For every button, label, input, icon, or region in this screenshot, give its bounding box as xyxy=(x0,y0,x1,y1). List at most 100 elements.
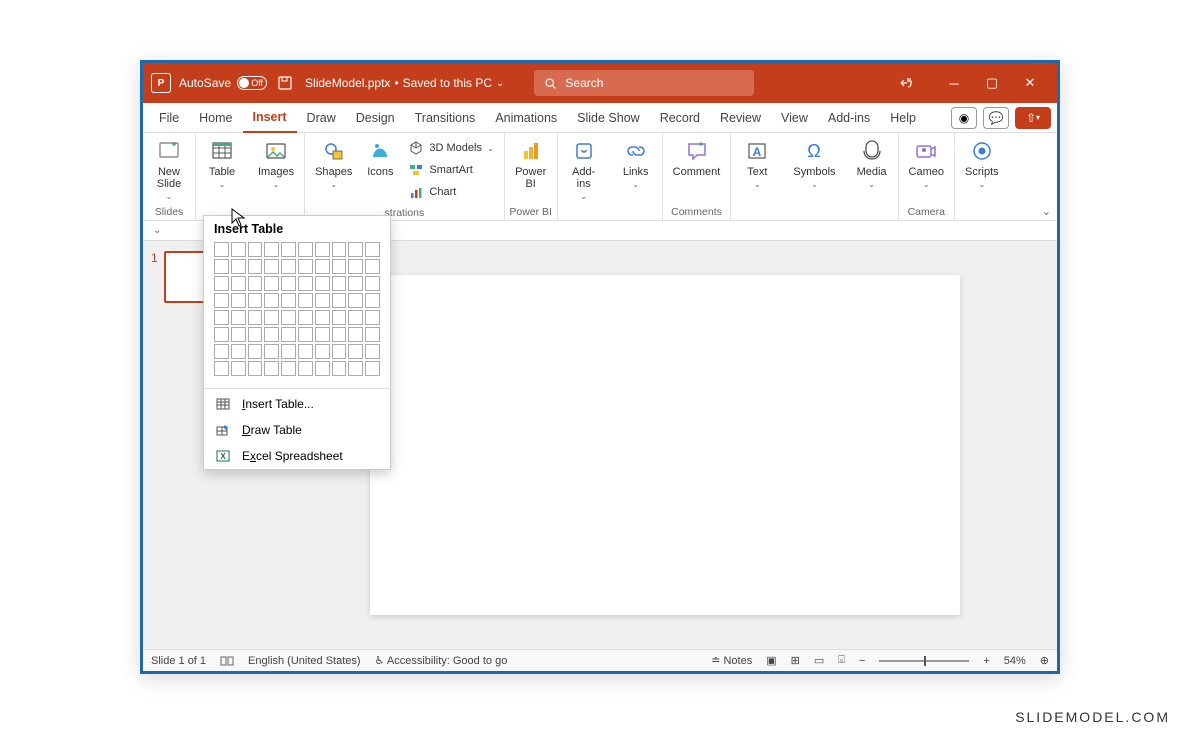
grid-cell[interactable] xyxy=(264,259,279,274)
icons-button[interactable]: Icons xyxy=(358,135,402,181)
smartart-button[interactable]: SmartArt xyxy=(408,160,493,180)
zoom-out-button[interactable]: − xyxy=(859,655,865,667)
grid-cell[interactable] xyxy=(231,276,246,291)
grid-cell[interactable] xyxy=(315,310,330,325)
grid-cell[interactable] xyxy=(264,344,279,359)
grid-cell[interactable] xyxy=(298,310,313,325)
slideshow-view-icon[interactable]: ⌻ xyxy=(838,654,845,667)
3d-models-button[interactable]: 3D Models ⌄ xyxy=(408,138,493,158)
record-indicator-icon[interactable]: ◉ xyxy=(951,107,977,129)
grid-cell[interactable] xyxy=(231,361,246,376)
grid-cell[interactable] xyxy=(298,327,313,342)
new-slide-button[interactable]: New Slide ⌄ xyxy=(147,135,191,204)
accessibility-status[interactable]: ♿︎ Accessibility: Good to go xyxy=(375,654,508,667)
shapes-button[interactable]: Shapes ⌄ xyxy=(309,135,358,192)
grid-cell[interactable] xyxy=(264,310,279,325)
grid-cell[interactable] xyxy=(248,259,263,274)
grid-cell[interactable] xyxy=(365,327,380,342)
grid-cell[interactable] xyxy=(281,259,296,274)
draw-table-menu-item[interactable]: Draw Table xyxy=(204,417,390,443)
grid-cell[interactable] xyxy=(332,259,347,274)
slide-counter[interactable]: Slide 1 of 1 xyxy=(151,655,206,667)
insert-table-menu-item[interactable]: Insert Table... xyxy=(204,391,390,417)
grid-cell[interactable] xyxy=(315,259,330,274)
chevron-down-icon[interactable]: ⌄ xyxy=(153,225,161,236)
grid-cell[interactable] xyxy=(332,361,347,376)
chart-button[interactable]: Chart xyxy=(408,182,493,202)
grid-cell[interactable] xyxy=(315,344,330,359)
table-button[interactable]: Table ⌄ xyxy=(200,135,244,192)
grid-cell[interactable] xyxy=(332,327,347,342)
grid-cell[interactable] xyxy=(281,361,296,376)
grid-cell[interactable] xyxy=(348,361,363,376)
powerbi-button[interactable]: Power BI xyxy=(509,135,553,193)
grid-cell[interactable] xyxy=(264,276,279,291)
grid-cell[interactable] xyxy=(248,361,263,376)
grid-cell[interactable] xyxy=(214,259,229,274)
share-button[interactable]: ⇧ ▾ xyxy=(1015,107,1051,129)
language-status[interactable]: English (United States) xyxy=(248,655,361,667)
grid-cell[interactable] xyxy=(298,242,313,257)
search-input[interactable]: Search xyxy=(534,70,754,96)
tab-file[interactable]: File xyxy=(149,103,189,133)
zoom-in-button[interactable]: + xyxy=(983,655,989,667)
addins-button[interactable]: Add- ins ⌄ xyxy=(562,135,606,204)
grid-cell[interactable] xyxy=(281,327,296,342)
grid-cell[interactable] xyxy=(348,293,363,308)
notes-button[interactable]: ≐ Notes xyxy=(711,654,752,667)
grid-cell[interactable] xyxy=(298,293,313,308)
tab-draw[interactable]: Draw xyxy=(297,103,346,133)
toggle-icon[interactable]: Off xyxy=(237,76,267,90)
grid-cell[interactable] xyxy=(315,361,330,376)
fit-to-window-icon[interactable]: ⊕ xyxy=(1040,654,1049,667)
comments-pane-icon[interactable]: 💬 xyxy=(983,107,1009,129)
grid-cell[interactable] xyxy=(264,327,279,342)
plug-icon[interactable] xyxy=(897,75,935,91)
grid-cell[interactable] xyxy=(264,361,279,376)
grid-cell[interactable] xyxy=(315,242,330,257)
grid-cell[interactable] xyxy=(248,276,263,291)
grid-cell[interactable] xyxy=(298,344,313,359)
grid-cell[interactable] xyxy=(332,344,347,359)
grid-cell[interactable] xyxy=(315,327,330,342)
grid-cell[interactable] xyxy=(348,344,363,359)
grid-cell[interactable] xyxy=(332,242,347,257)
grid-cell[interactable] xyxy=(332,310,347,325)
grid-cell[interactable] xyxy=(348,327,363,342)
zoom-slider[interactable] xyxy=(879,660,969,662)
grid-cell[interactable] xyxy=(214,293,229,308)
tab-addins[interactable]: Add-ins xyxy=(818,103,880,133)
grid-cell[interactable] xyxy=(248,344,263,359)
grid-cell[interactable] xyxy=(214,327,229,342)
minimize-button[interactable]: ─ xyxy=(935,76,973,91)
grid-cell[interactable] xyxy=(365,276,380,291)
slide-canvas[interactable] xyxy=(370,275,960,615)
autosave-toggle[interactable]: AutoSave Off xyxy=(179,76,267,90)
comment-button[interactable]: Comment xyxy=(667,135,727,181)
grid-cell[interactable] xyxy=(231,293,246,308)
grid-cell[interactable] xyxy=(281,242,296,257)
close-button[interactable]: ✕ xyxy=(1011,75,1049,91)
grid-cell[interactable] xyxy=(231,310,246,325)
tab-review[interactable]: Review xyxy=(710,103,771,133)
grid-cell[interactable] xyxy=(231,327,246,342)
tab-slideshow[interactable]: Slide Show xyxy=(567,103,650,133)
text-button[interactable]: A Text ⌄ xyxy=(735,135,779,192)
tab-view[interactable]: View xyxy=(771,103,818,133)
tab-help[interactable]: Help xyxy=(880,103,926,133)
tab-record[interactable]: Record xyxy=(650,103,710,133)
book-icon[interactable] xyxy=(220,655,234,667)
grid-cell[interactable] xyxy=(365,361,380,376)
grid-cell[interactable] xyxy=(332,293,347,308)
grid-cell[interactable] xyxy=(214,344,229,359)
chevron-down-icon[interactable]: ⌄ xyxy=(496,78,504,89)
cameo-button[interactable]: Cameo ⌄ xyxy=(903,135,950,192)
table-size-grid[interactable] xyxy=(204,242,390,386)
grid-cell[interactable] xyxy=(348,276,363,291)
grid-cell[interactable] xyxy=(264,293,279,308)
grid-cell[interactable] xyxy=(264,242,279,257)
tab-transitions[interactable]: Transitions xyxy=(405,103,486,133)
grid-cell[interactable] xyxy=(248,293,263,308)
scripts-button[interactable]: Scripts ⌄ xyxy=(959,135,1005,192)
grid-cell[interactable] xyxy=(231,242,246,257)
